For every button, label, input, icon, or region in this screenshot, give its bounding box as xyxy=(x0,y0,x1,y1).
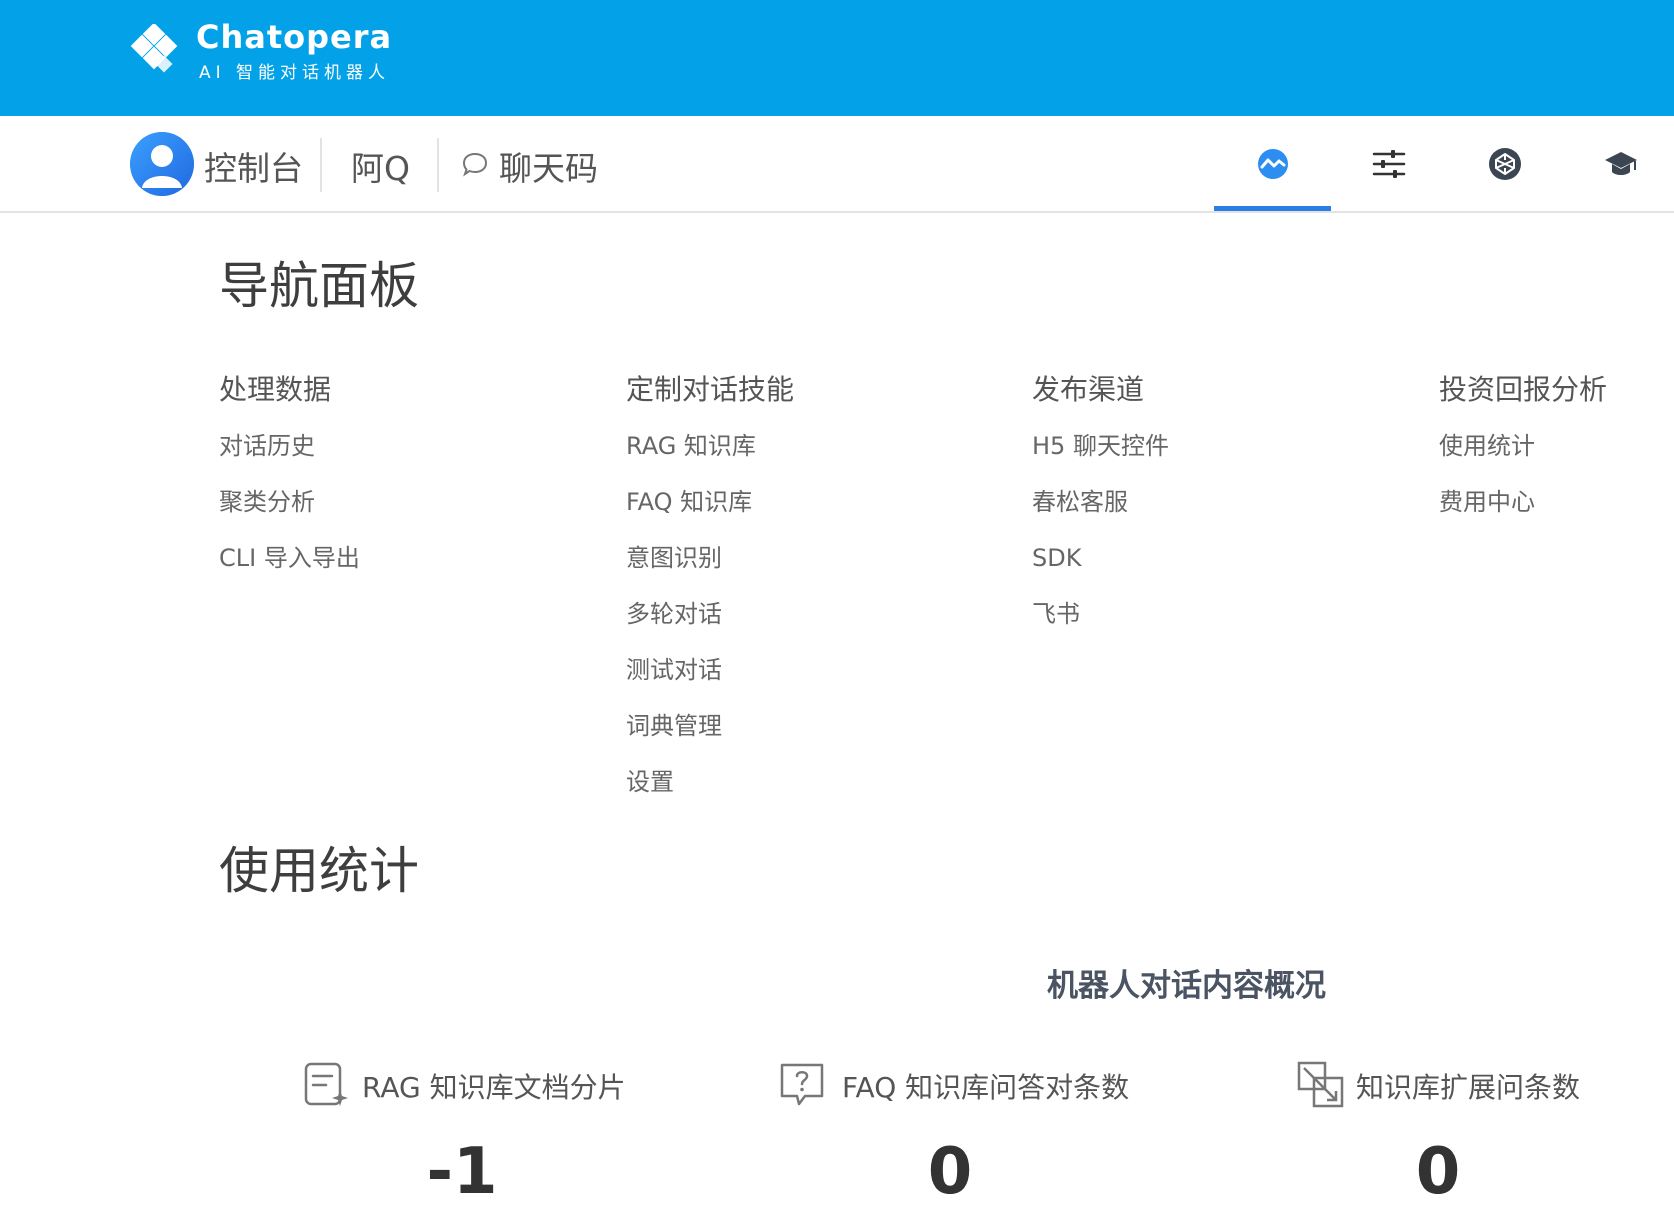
user-avatar[interactable] xyxy=(130,132,194,196)
nav-aq-link[interactable]: 阿Q xyxy=(351,142,410,190)
nav-item-test-chat[interactable]: 测试对话 xyxy=(626,652,1006,708)
chatopera-logo-icon[interactable] xyxy=(128,24,182,78)
brand-tagline: AI 智能对话机器人 xyxy=(199,63,391,83)
active-tab-indicator xyxy=(1214,206,1331,211)
stat-label-expanded-questions: 知识库扩展问条数 xyxy=(1356,1071,1581,1104)
expand-squares-icon xyxy=(1297,1061,1344,1108)
nav-item-sdk[interactable]: SDK xyxy=(1032,540,1412,596)
nav-item-clustering[interactable]: 聚类分析 xyxy=(219,484,599,540)
column-heading: 定制对话技能 xyxy=(626,373,795,406)
nav-item-multi-turn[interactable]: 多轮对话 xyxy=(626,596,1006,652)
stat-label-rag-chunks: RAG 知识库文档分片 xyxy=(362,1071,626,1104)
nav-item-cli-import-export[interactable]: CLI 导入导出 xyxy=(219,540,599,596)
nav-separator xyxy=(320,138,322,192)
nav-item-rag-kb[interactable]: RAG 知识库 xyxy=(626,428,1006,484)
nav-item-faq-kb[interactable]: FAQ 知识库 xyxy=(626,484,1006,540)
nav-item-dictionary[interactable]: 词典管理 xyxy=(626,708,1006,764)
user-icon xyxy=(130,132,194,196)
brand-bar: Chatopera AI 智能对话机器人 xyxy=(0,0,1674,116)
nav-separator xyxy=(437,138,439,192)
sliders-icon[interactable] xyxy=(1371,146,1407,182)
document-sparkle-icon xyxy=(304,1062,348,1106)
graduation-cap-icon[interactable] xyxy=(1603,146,1639,182)
stat-value-rag-chunks: -1 xyxy=(426,1135,498,1209)
nav-column-channels: 发布渠道 H5 聊天控件 春松客服 SDK 飞书 xyxy=(1032,370,1412,652)
nav-chat-code-link[interactable]: 聊天码 xyxy=(499,142,598,190)
nav-item-intent[interactable]: 意图识别 xyxy=(626,540,1006,596)
nav-column-process-data: 处理数据 对话历史 聚类分析 CLI 导入导出 xyxy=(219,370,599,596)
nav-panel-title: 导航面板 xyxy=(219,257,419,315)
nav-item-feishu[interactable]: 飞书 xyxy=(1032,596,1412,652)
overview-heading: 机器人对话内容概况 xyxy=(1047,968,1326,1004)
nav-item-billing[interactable]: 费用中心 xyxy=(1439,484,1669,540)
nav-column-custom-skills: 定制对话技能 RAG 知识库 FAQ 知识库 意图识别 多轮对话 测试对话 词典… xyxy=(626,370,1006,820)
usage-stats-title: 使用统计 xyxy=(219,842,419,900)
brand-name: Chatopera xyxy=(196,18,393,56)
nav-column-roi: 投资回报分析 使用统计 费用中心 xyxy=(1439,370,1669,540)
nav-item-cskefu[interactable]: 春松客服 xyxy=(1032,484,1412,540)
stat-label-faq-pairs: FAQ 知识库问答对条数 xyxy=(842,1071,1130,1104)
top-navbar: 控制台 阿Q 聊天码 xyxy=(0,116,1674,213)
stat-value-expanded-questions: 0 xyxy=(1415,1135,1461,1209)
chat-bubble-icon xyxy=(462,152,488,177)
column-heading: 投资回报分析 xyxy=(1439,373,1608,406)
nav-item-h5-widget[interactable]: H5 聊天控件 xyxy=(1032,428,1412,484)
nav-item-usage-stats[interactable]: 使用统计 xyxy=(1439,428,1669,484)
stat-value-faq-pairs: 0 xyxy=(927,1135,973,1209)
dashboard-icon[interactable] xyxy=(1255,146,1291,182)
nav-item-chat-history[interactable]: 对话历史 xyxy=(219,428,599,484)
question-bubble-icon xyxy=(780,1063,824,1106)
nav-item-settings[interactable]: 设置 xyxy=(626,764,1006,820)
column-heading: 处理数据 xyxy=(219,373,332,406)
column-heading: 发布渠道 xyxy=(1032,373,1145,406)
codepen-icon[interactable] xyxy=(1487,146,1523,182)
nav-console-link[interactable]: 控制台 xyxy=(204,142,303,190)
